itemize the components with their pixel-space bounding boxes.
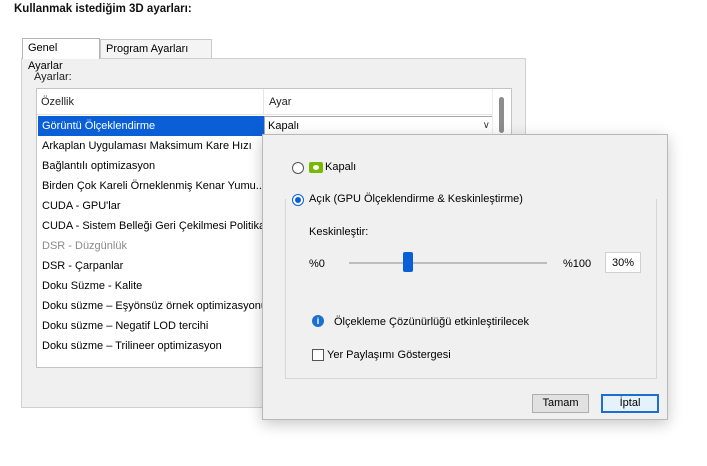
option-off-label[interactable]: Kapalı <box>325 161 356 173</box>
setting-value-dropdown[interactable]: Kapalı ∨ <box>264 116 496 135</box>
tab-general-settings[interactable]: Genel Ayarlar <box>22 38 100 72</box>
feature-name: Doku süzme – Eşyönsüz örnek optimizasyon… <box>42 300 262 312</box>
feature-name: Arkaplan Uygulaması Maksimum Kare Hızı <box>42 140 252 152</box>
table-row[interactable]: Görüntü Ölçeklendirme Kapalı ∨ <box>37 116 496 136</box>
slider-max-label: %100 <box>563 258 592 270</box>
info-icon: i <box>312 315 324 327</box>
slider-min-label: %0 <box>309 258 325 270</box>
scaling-options-popup: Kapalı Açık (GPU Ölçeklendirme & Keskinl… <box>262 134 668 420</box>
page-title: Kullanmak istediğim 3D ayarları: <box>14 3 192 15</box>
sharpen-slider-track[interactable] <box>349 262 547 264</box>
feature-name: DSR - Düzgünlük <box>42 240 127 252</box>
grid-header: Özellik Ayar <box>37 89 493 115</box>
tab-program-settings[interactable]: Program Ayarları <box>100 39 212 58</box>
column-header-setting[interactable]: Ayar <box>269 89 491 114</box>
info-text: Ölçekleme Çözünürlüğü etkinleştirilecek <box>334 316 530 328</box>
chevron-down-icon[interactable]: ∨ <box>483 117 490 135</box>
feature-name: DSR - Çarpanlar <box>42 260 124 272</box>
overlay-indicator-label[interactable]: Yer Paylaşımı Göstergesi <box>327 349 451 361</box>
feature-name: Birden Çok Kareli Örneklenmiş Kenar Yumu… <box>42 180 262 192</box>
sharpen-value-box[interactable]: 30% <box>605 252 641 273</box>
feature-name: Görüntü Ölçeklendirme <box>42 120 156 132</box>
feature-name: Bağlantılı optimizasyon <box>42 160 156 172</box>
ok-button[interactable]: Tamam <box>532 394 589 413</box>
option-on-radio[interactable] <box>292 194 304 206</box>
option-off-radio[interactable] <box>292 162 304 174</box>
setting-value: Kapalı <box>268 120 300 132</box>
scrollbar-thumb[interactable] <box>499 97 504 133</box>
sharpen-slider-thumb[interactable] <box>403 252 413 272</box>
overlay-indicator-checkbox[interactable] <box>312 349 324 361</box>
feature-name: Doku Süzme - Kalite <box>42 280 143 292</box>
option-on-label[interactable]: Açık (GPU Ölçeklendirme & Keskinleştirme… <box>309 193 523 205</box>
feature-name: Doku süzme – Trilineer optimizasyon <box>42 340 222 352</box>
sharpen-label: Keskinleştir: <box>309 226 369 238</box>
feature-name: Doku süzme – Negatif LOD tercihi <box>42 320 209 332</box>
nvidia-logo-icon <box>309 162 323 173</box>
cancel-button[interactable]: İptal <box>601 394 659 413</box>
feature-name: CUDA - GPU'lar <box>42 200 121 212</box>
feature-name: CUDA - Sistem Belleği Geri Çekilmesi Pol… <box>42 220 262 232</box>
column-header-feature[interactable]: Özellik <box>41 89 264 114</box>
